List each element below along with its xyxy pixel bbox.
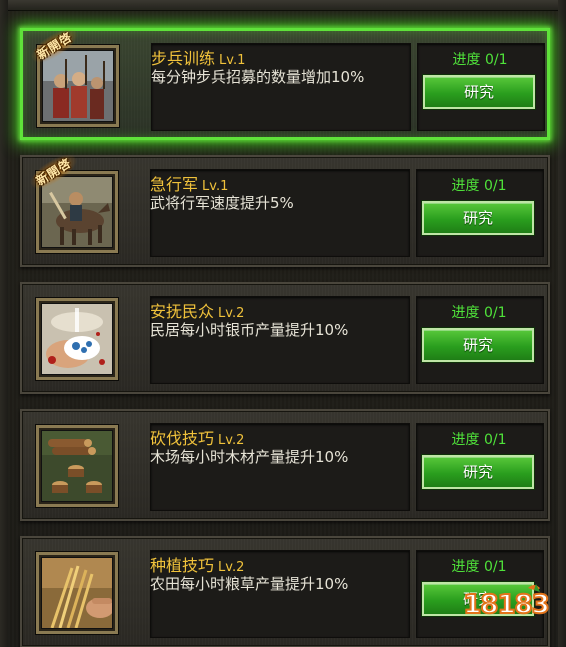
- research-button[interactable]: 研究: [422, 201, 534, 235]
- skill-description: 民居每小时银币产量提升10%: [150, 321, 349, 339]
- skill-name: 安抚民众: [150, 302, 215, 321]
- skill-thumbnail: [36, 298, 118, 380]
- skill-level: Lv.2: [218, 433, 245, 448]
- infantry-soldiers-icon: [43, 51, 113, 121]
- skill-level: Lv.1: [202, 179, 229, 194]
- research-panel: 新開啓 步兵训练Lv.1 每分钟步兵招募的数量增加10% 进度 0/1 研究: [0, 0, 566, 647]
- skill-description: 农田每小时粮草产量提升10%: [150, 575, 349, 593]
- skill-thumbnail: [36, 425, 118, 507]
- skill-card-pacify-people[interactable]: 安抚民众 Lv.2 民居每小时银币产量提升10% 进度 0/1 研究: [20, 282, 550, 394]
- left-rail: [0, 0, 8, 647]
- skill-name: 急行军: [150, 175, 199, 194]
- right-rail: [558, 0, 566, 647]
- research-button[interactable]: 研究: [423, 75, 535, 109]
- progress-label: 进度 0/1: [451, 305, 507, 321]
- skill-name: 砍伐技巧: [150, 429, 215, 448]
- wheat-harvest-icon: [42, 558, 112, 628]
- lumber-stumps-icon: [42, 431, 112, 501]
- skill-thumbnail: [36, 171, 118, 253]
- skill-title: 种植技巧 Lv.2: [150, 552, 244, 576]
- skill-level: Lv.2: [218, 560, 245, 575]
- site-watermark-logo: 18183: [456, 582, 556, 632]
- skill-thumbnail: [36, 552, 118, 634]
- watermark-text: 18183: [462, 589, 550, 621]
- skill-card-forced-march[interactable]: 新開啓 急行军 Lv.1 武将行军速度提升5% 进度 0/1 研究: [20, 149, 550, 267]
- skill-description: 每分钟步兵招募的数量增加10%: [151, 68, 365, 86]
- skill-title: 安抚民众 Lv.2: [150, 298, 244, 322]
- skill-name: 种植技巧: [150, 556, 215, 575]
- skill-description: 武将行军速度提升5%: [150, 194, 294, 212]
- skill-title: 步兵训练 Lv.1: [151, 45, 245, 69]
- progress-label: 进度 0/1: [451, 432, 507, 448]
- skill-card-infantry-training[interactable]: 新開啓 步兵训练 Lv.1 每分钟步兵招募的数量增加10% 进度 0/1 研究: [20, 23, 550, 140]
- skill-thumbnail: [37, 45, 119, 127]
- skill-level: Lv.1: [219, 53, 246, 68]
- cavalry-horse-icon: [42, 177, 112, 247]
- silver-coins-bag-icon: [42, 304, 112, 374]
- research-button[interactable]: 研究: [422, 328, 534, 362]
- skill-name: 步兵训练: [151, 49, 216, 68]
- skill-card-logging-skill[interactable]: 砍伐技巧 Lv.2 木场每小时木材产量提升10% 进度 0/1 研究: [20, 409, 550, 521]
- top-border: [0, 0, 566, 11]
- skill-title: 砍伐技巧 Lv.2: [150, 425, 244, 449]
- progress-label: 进度 0/1: [451, 178, 507, 194]
- progress-label: 进度 0/1: [452, 52, 508, 68]
- skill-description: 木场每小时木材产量提升10%: [150, 448, 349, 466]
- skill-title: 急行军 Lv.1: [150, 171, 228, 195]
- progress-label: 进度 0/1: [451, 559, 507, 575]
- skill-level: Lv.2: [218, 306, 245, 321]
- research-button[interactable]: 研究: [422, 455, 534, 489]
